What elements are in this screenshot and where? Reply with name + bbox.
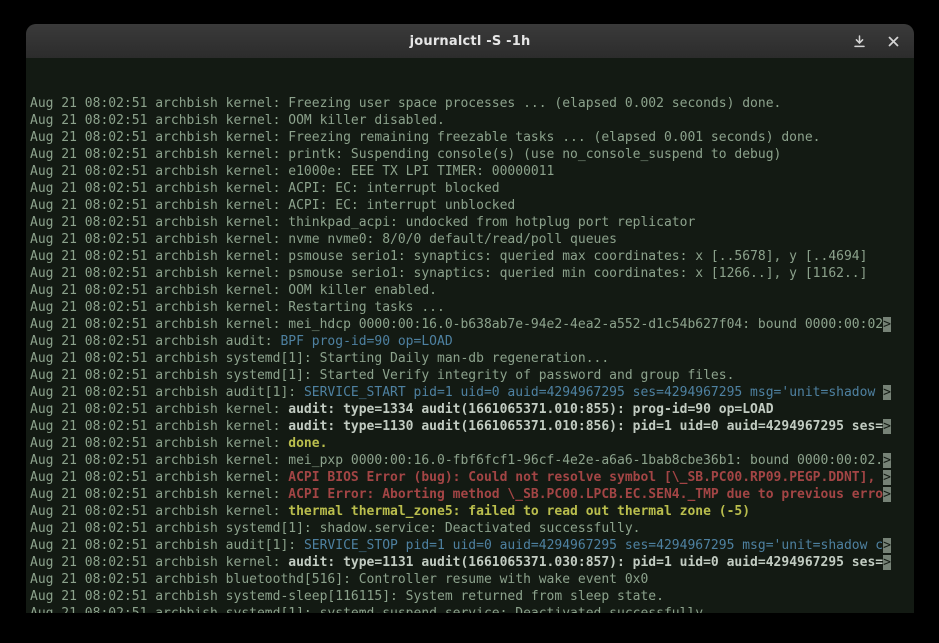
log-line: Aug 21 08:02:51 archbish kernel: ACPI: E… <box>30 180 910 197</box>
log-line: Aug 21 08:02:51 archbish kernel: Freezin… <box>30 129 910 146</box>
log-line: Aug 21 08:02:51 archbish kernel: mei_pxp… <box>30 452 910 469</box>
log-line: Aug 21 08:02:51 archbish kernel: thinkpa… <box>30 214 910 231</box>
log-line: Aug 21 08:02:51 archbish kernel: ACPI Er… <box>30 486 910 503</box>
log-line: Aug 21 08:02:51 archbish kernel: e1000e:… <box>30 163 910 180</box>
log-line: Aug 21 08:02:51 archbish kernel: OOM kil… <box>30 282 910 299</box>
log-line: Aug 21 08:02:51 archbish kernel: printk:… <box>30 146 910 163</box>
titlebar[interactable]: journalctl -S -1h <box>26 24 914 58</box>
log-line: Aug 21 08:02:51 archbish kernel: audit: … <box>30 418 910 435</box>
log-line: Aug 21 08:02:51 archbish kernel: Restart… <box>30 299 910 316</box>
close-icon <box>888 36 899 47</box>
log-line: Aug 21 08:02:51 archbish systemd[1]: Sta… <box>30 367 910 384</box>
log-line: Aug 21 08:02:51 archbish kernel: audit: … <box>30 554 910 571</box>
download-icon <box>853 35 866 48</box>
log-line: Aug 21 08:02:51 archbish kernel: OOM kil… <box>30 112 910 129</box>
log-line: Aug 21 08:02:51 archbish kernel: ACPI BI… <box>30 469 910 486</box>
download-button[interactable] <box>850 32 868 50</box>
log-line: Aug 21 08:02:51 archbish systemd-sleep[1… <box>30 588 910 605</box>
log-line: Aug 21 08:02:51 archbish kernel: Freezin… <box>30 95 910 112</box>
log-line: Aug 21 08:02:51 archbish kernel: done. <box>30 435 910 452</box>
close-button[interactable] <box>884 32 902 50</box>
log-line: Aug 21 08:02:51 archbish systemd[1]: sha… <box>30 520 910 537</box>
titlebar-buttons <box>850 24 902 58</box>
log-line: Aug 21 08:02:51 archbish kernel: ACPI: E… <box>30 197 910 214</box>
log-line: Aug 21 08:02:51 archbish bluetoothd[516]… <box>30 571 910 588</box>
log-line: Aug 21 08:02:51 archbish kernel: mei_hdc… <box>30 316 910 333</box>
log-line: Aug 21 08:02:51 archbish systemd[1]: sys… <box>30 605 910 613</box>
terminal-window: journalctl -S -1h Aug 21 08:02:51 archbi… <box>26 24 914 613</box>
log-line: Aug 21 08:02:51 archbish audit[1]: SERVI… <box>30 537 910 554</box>
terminal-output: Aug 21 08:02:51 archbish kernel: Freezin… <box>30 95 910 613</box>
log-line: Aug 21 08:02:51 archbish kernel: psmouse… <box>30 265 910 282</box>
log-line: Aug 21 08:02:51 archbish audit: BPF prog… <box>30 333 910 350</box>
log-line: Aug 21 08:02:51 archbish kernel: psmouse… <box>30 248 910 265</box>
log-line: Aug 21 08:02:51 archbish audit[1]: SERVI… <box>30 384 910 401</box>
window-title: journalctl -S -1h <box>410 34 531 49</box>
log-line: Aug 21 08:02:51 archbish kernel: thermal… <box>30 503 910 520</box>
terminal-screen[interactable]: Aug 21 08:02:51 archbish kernel: Freezin… <box>26 58 914 613</box>
log-line: Aug 21 08:02:51 archbish kernel: audit: … <box>30 401 910 418</box>
log-line: Aug 21 08:02:51 archbish kernel: nvme nv… <box>30 231 910 248</box>
log-line: Aug 21 08:02:51 archbish systemd[1]: Sta… <box>30 350 910 367</box>
